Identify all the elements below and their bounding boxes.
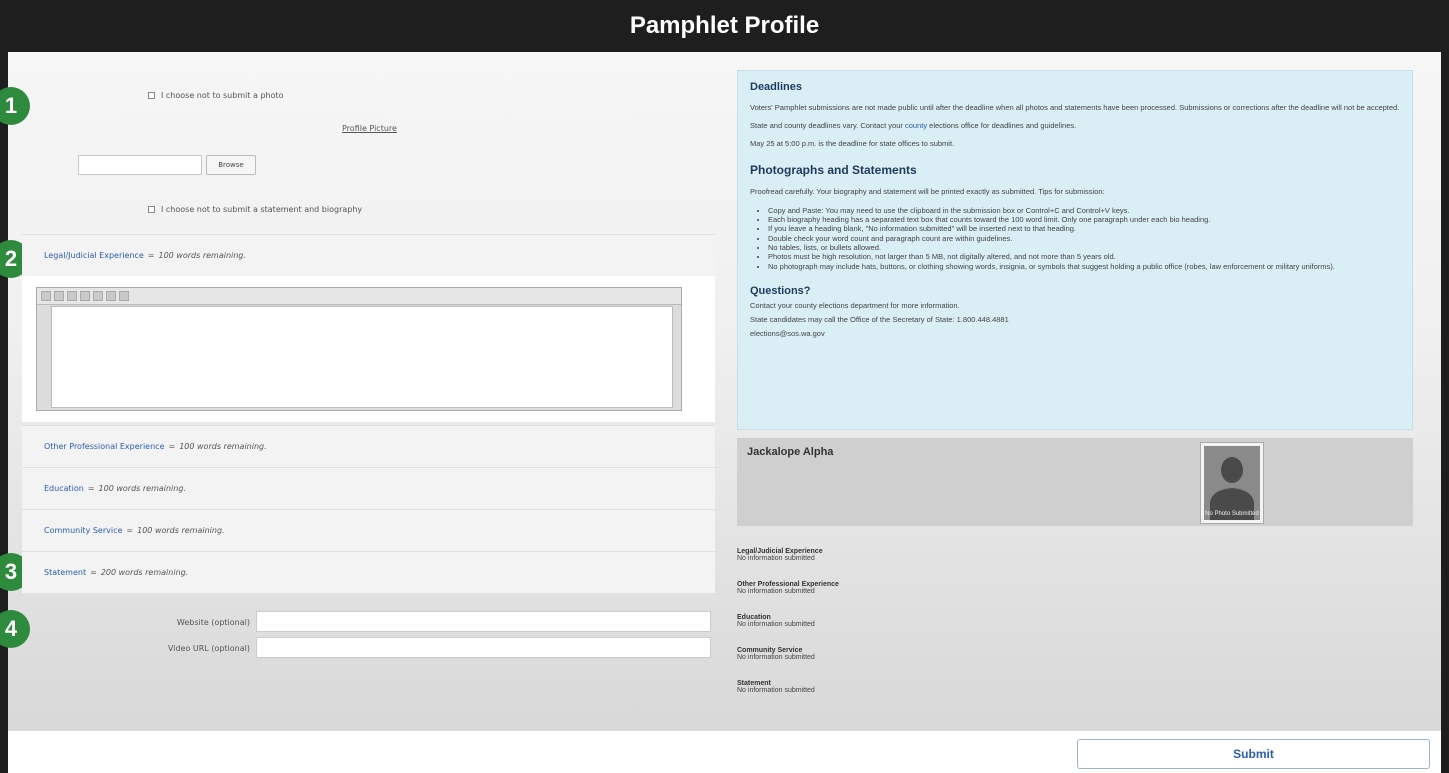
summary-value: No information submitted [737, 621, 815, 628]
deadlines-heading: Deadlines [750, 81, 802, 93]
candidate-name: Jackalope Alpha [747, 446, 834, 458]
window-title: Pamphlet Profile [8, 0, 1441, 52]
section-education[interactable]: Education = 100 words remaining. [22, 467, 715, 509]
candidate-preview: Jackalope Alpha No Photo Submitted [737, 438, 1413, 526]
tip-item: No tables, lists, or bullets allowed. [768, 243, 1400, 252]
silhouette-icon [1204, 446, 1260, 520]
summary-heading: Community Service [737, 647, 803, 654]
photo-file-input[interactable] [78, 155, 202, 175]
info-panel: Deadlines Voters' Pamphlet submissions a… [737, 70, 1413, 430]
section-title[interactable]: Statement [44, 568, 86, 577]
county-link[interactable]: county [905, 121, 927, 130]
paste-icon[interactable] [93, 291, 103, 301]
italic-icon[interactable] [54, 291, 64, 301]
photo-caption: No Photo Submitted [1205, 511, 1259, 518]
separator: = [90, 568, 97, 577]
browse-button[interactable]: Browse [206, 155, 256, 175]
no-photo-checkbox[interactable] [148, 92, 155, 99]
website-input[interactable] [256, 611, 711, 632]
copy-icon[interactable] [80, 291, 90, 301]
summary-heading: Education [737, 614, 771, 621]
deadlines-p2-pre: State and county deadlines vary. Contact… [750, 121, 903, 131]
questions-email-link[interactable]: elections@sos.wa.gov [750, 329, 1400, 339]
summary-heading: Other Professional Experience [737, 581, 839, 588]
questions-paragraph-2: State candidates may call the Office of … [750, 315, 1009, 325]
summary-item: Community Service No information submitt… [737, 647, 815, 661]
separator: = [87, 484, 95, 493]
words-remaining: 200 words remaining. [100, 568, 189, 577]
editor-toolbar [37, 288, 681, 305]
questions-paragraph-1: Contact your county elections department… [750, 301, 960, 311]
photo-placeholder: No Photo Submitted [1204, 446, 1260, 520]
tips-list: Copy and Paste: You may need to use the … [768, 206, 1400, 272]
section-title[interactable]: Community Service [44, 526, 122, 535]
redo-icon[interactable] [119, 291, 129, 301]
tip-item: Double check your word count and paragra… [768, 234, 1400, 243]
no-statement-label: I choose not to submit a statement and b… [161, 205, 363, 214]
window-right-border [1441, 0, 1449, 773]
words-remaining: 100 words remaining. [137, 526, 225, 535]
deadlines-p2-post: elections office for deadlines and guide… [929, 121, 1077, 131]
website-label: Website (optional) [176, 618, 250, 627]
section-legal-judicial[interactable]: Legal/Judicial Experience = 100 words re… [22, 234, 715, 276]
questions-heading: Questions? [750, 285, 811, 298]
separator: = [126, 526, 134, 535]
separator: = [168, 442, 176, 451]
summary-heading: Legal/Judicial Experience [737, 548, 823, 555]
words-remaining: 100 words remaining. [98, 484, 186, 493]
deadlines-paragraph-1: Voters' Pamphlet submissions are not mad… [750, 103, 1400, 112]
deadlines-paragraph-2: State and county deadlines vary. Contact… [750, 121, 1400, 131]
photos-intro: Proofread carefully. Your biography and … [750, 187, 1105, 197]
photos-heading: Photographs and Statements [750, 163, 917, 178]
section-title[interactable]: Legal/Judicial Experience [44, 251, 144, 260]
words-remaining: 100 words remaining. [179, 442, 267, 451]
section-community-service[interactable]: Community Service = 100 words remaining. [22, 509, 715, 551]
tip-item: Copy and Paste: You may need to use the … [768, 206, 1400, 215]
summary-value: No information submitted [737, 687, 815, 694]
tip-item: Each biography heading has a separated t… [768, 215, 1400, 224]
summary-value: No information submitted [737, 654, 815, 661]
tip-item: Photos must be high resolution, not larg… [768, 252, 1400, 261]
profile-picture-link[interactable]: Profile Picture [342, 124, 397, 133]
section-title[interactable]: Other Professional Experience [44, 442, 165, 451]
cut-icon[interactable] [67, 291, 77, 301]
section-title[interactable]: Education [44, 484, 84, 493]
video-url-label: Video URL (optional) [167, 644, 250, 653]
deadlines-paragraph-3: May 25 at 5:00 p.m. is the deadline for … [750, 139, 955, 149]
summary-item: Other Professional Experience No informa… [737, 581, 839, 595]
no-photo-label: I choose not to submit a photo [161, 91, 284, 100]
tip-item: If you leave a heading blank, "No inform… [768, 224, 1400, 233]
summary-item: Education No information submitted [737, 614, 815, 628]
tip-item: No photograph may include hats, buttons,… [768, 262, 1400, 271]
video-url-input[interactable] [256, 637, 711, 658]
summary-item: Legal/Judicial Experience No information… [737, 548, 823, 562]
no-photo-option[interactable]: I choose not to submit a photo [148, 91, 284, 100]
summary-value: No information submitted [737, 555, 815, 562]
summary-heading: Statement [737, 680, 771, 687]
editor-text-area[interactable] [51, 306, 673, 408]
no-statement-option[interactable]: I choose not to submit a statement and b… [148, 205, 362, 214]
candidate-photo: No Photo Submitted [1200, 442, 1264, 524]
section-other-professional[interactable]: Other Professional Experience = 100 word… [22, 425, 715, 467]
section-statement[interactable]: Statement = 200 words remaining. [22, 551, 715, 593]
undo-icon[interactable] [106, 291, 116, 301]
rich-text-editor[interactable] [36, 287, 682, 411]
submit-button[interactable]: Submit [1077, 739, 1430, 769]
words-remaining: 100 words remaining. [158, 251, 246, 260]
summary-item: Statement No information submitted [737, 680, 815, 694]
bold-icon[interactable] [41, 291, 51, 301]
summary-value: No information submitted [737, 588, 815, 595]
no-statement-checkbox[interactable] [148, 206, 155, 213]
separator: = [147, 251, 155, 260]
